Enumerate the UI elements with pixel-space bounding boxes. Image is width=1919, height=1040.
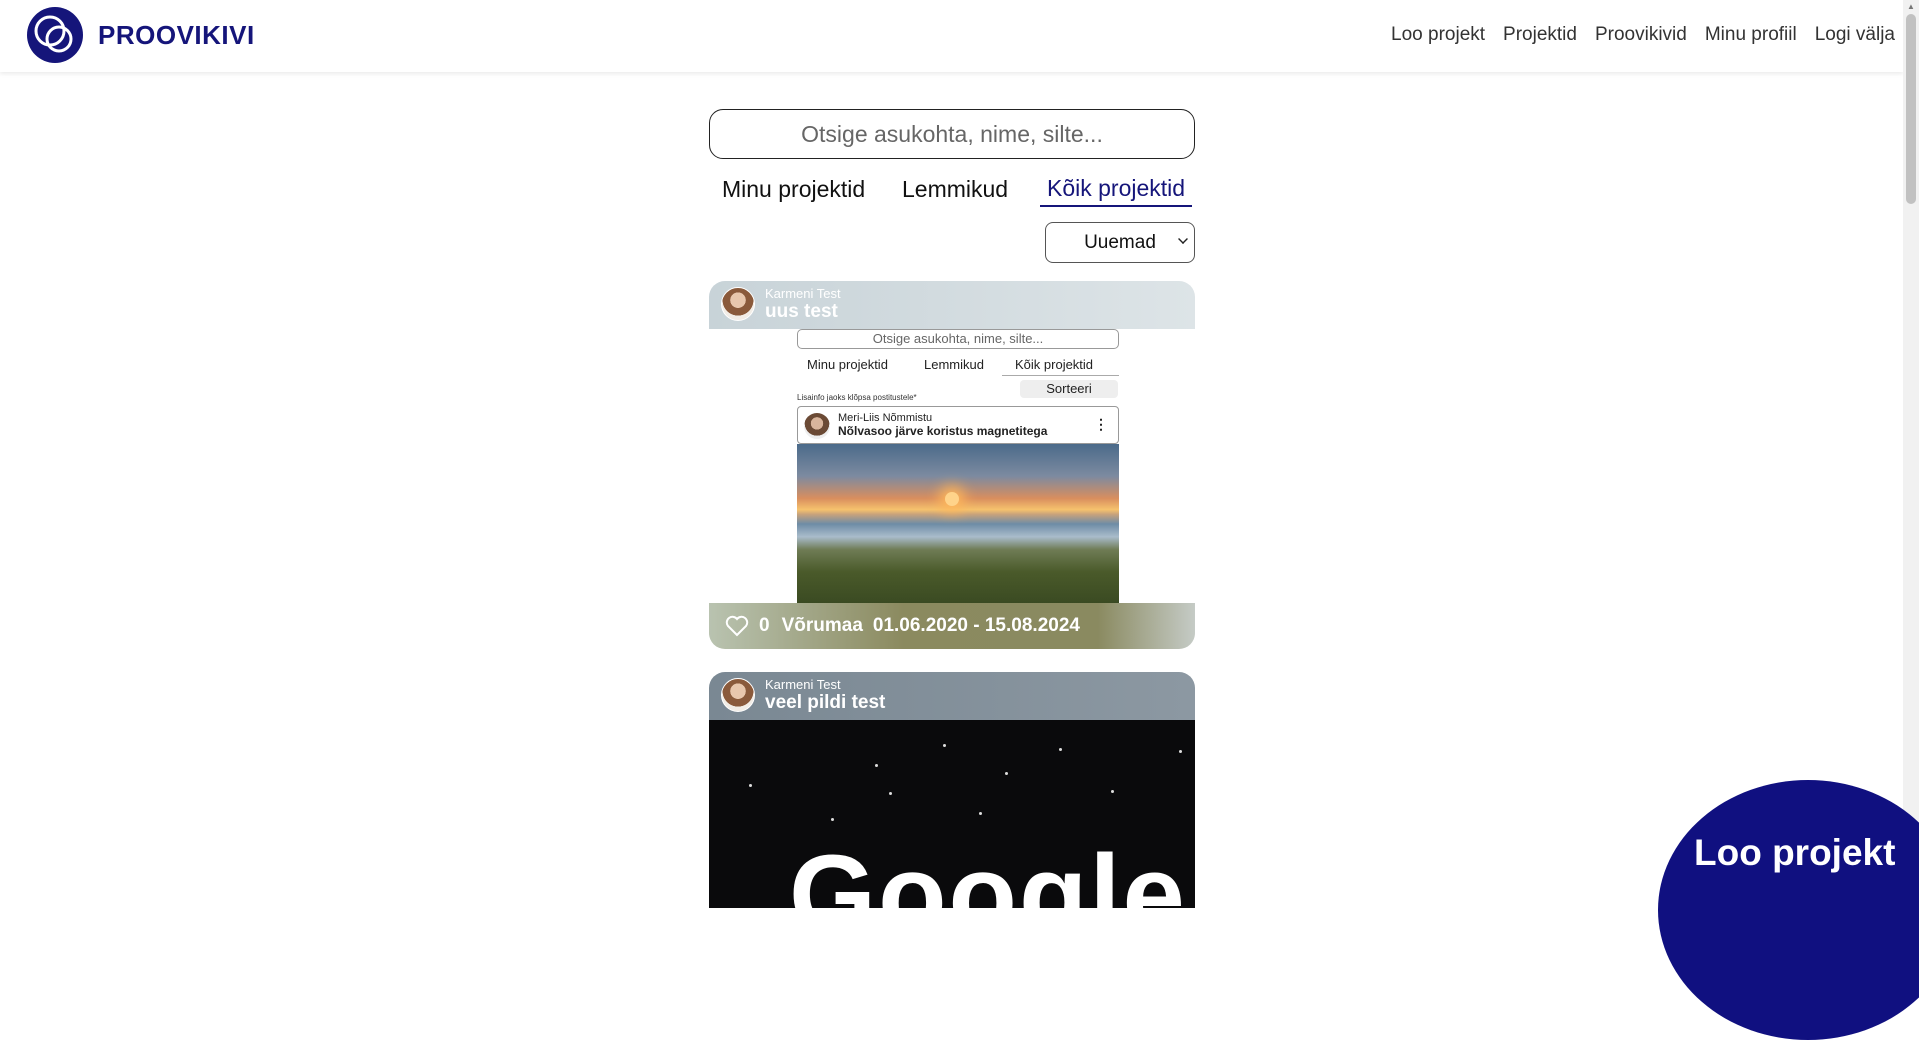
card-author: Karmeni Test (765, 286, 841, 301)
sun-glow (945, 492, 959, 506)
card-location: Võrumaa (781, 615, 863, 636)
image-hint: Lisainfo jaoks klõpsa postitustele* (797, 393, 917, 402)
image-search-box: Otsige asukohta, nime, silte... (797, 329, 1119, 349)
card-footer: 0 Võrumaa 01.06.2020 - 15.08.2024 (709, 603, 1195, 649)
card-header: Karmeni Test veel pildi test (709, 672, 1195, 720)
star (979, 812, 982, 815)
star (1179, 750, 1182, 753)
card-author: Karmeni Test (765, 677, 841, 692)
avatar (721, 678, 755, 712)
top-navbar: PROOVIKIVI Loo projekt Projektid Proovik… (0, 0, 1903, 72)
project-card[interactable]: Karmeni Test veel pildi test Google (709, 672, 1195, 908)
card-image-screenshot: Otsige asukohta, nime, silte... Minu pro… (797, 329, 1119, 604)
create-project-fab-label[interactable]: Loo projekt (1694, 832, 1895, 874)
tab-my-projects[interactable]: Minu projektid (715, 176, 872, 206)
star (889, 792, 892, 795)
chevron-down-icon (1178, 234, 1188, 244)
brand-name[interactable]: PROOVIKIVI (98, 20, 255, 51)
proovikivi-logo[interactable] (26, 6, 84, 64)
card-image: Otsige asukohta, nime, silte... Minu pro… (709, 329, 1195, 604)
card-header: Karmeni Test uus test (709, 281, 1195, 329)
nav-links: Loo projekt Projektid Proovikivid Minu p… (1373, 24, 1895, 46)
star (1005, 772, 1008, 775)
image-text: Google (789, 832, 1187, 908)
image-tab-underline (1002, 375, 1119, 376)
nav-logout[interactable]: Logi välja (1815, 24, 1895, 46)
image-tab: Lemmikud (924, 357, 984, 372)
scroll-up-icon[interactable]: ▲ (1907, 2, 1915, 11)
image-title: Nõlvasoo järve koristus magnetitega (838, 424, 1048, 438)
image-tab: Minu projektid (807, 357, 888, 372)
image-avatar (804, 413, 830, 439)
nav-projects[interactable]: Projektid (1503, 24, 1577, 46)
nav-create-project[interactable]: Loo projekt (1391, 24, 1485, 46)
nav-proovikivid[interactable]: Proovikivid (1595, 24, 1687, 46)
image-sort: Sorteeri (1020, 380, 1118, 398)
card-image: Google (709, 720, 1195, 908)
image-author: Meri-Liis Nõmmistu (838, 412, 933, 424)
tab-all-projects[interactable]: Kõik projektid (1040, 175, 1193, 207)
search-box[interactable] (709, 109, 1195, 159)
project-card[interactable]: Karmeni Test uus test Otsige asukohta, n… (709, 281, 1195, 649)
star (875, 764, 878, 767)
more-vertical-icon: ⋮ (1094, 416, 1108, 432)
image-tab: Kõik projektid (1015, 357, 1094, 372)
search-input[interactable] (710, 120, 1194, 148)
star (749, 784, 752, 787)
star (943, 744, 946, 747)
scrollbar-thumb[interactable] (1906, 14, 1916, 204)
scrollbar[interactable]: ▲ ▼ (1903, 0, 1919, 908)
avatar (721, 287, 755, 321)
like-count: 0 (759, 615, 770, 636)
star (1111, 790, 1114, 793)
create-project-fab[interactable] (1658, 780, 1919, 1040)
project-tabs: Minu projektid Lemmikud Kõik projektid (709, 175, 1195, 208)
heart-icon[interactable] (725, 615, 749, 637)
sunset-lake-photo (797, 444, 1119, 604)
tab-favorites[interactable]: Lemmikud (895, 176, 1015, 206)
star (831, 818, 834, 821)
star (1059, 748, 1062, 751)
image-post-card: Meri-Liis Nõmmistu Nõlvasoo järve korist… (797, 406, 1119, 444)
sort-selected-value: Uuemad (1084, 231, 1156, 253)
card-title: veel pildi test (765, 692, 886, 713)
sort-select[interactable]: Uuemad (1045, 222, 1195, 263)
card-title: uus test (765, 301, 838, 322)
nav-my-profile[interactable]: Minu profiil (1705, 24, 1797, 46)
card-dates: 01.06.2020 - 15.08.2024 (872, 615, 1080, 636)
